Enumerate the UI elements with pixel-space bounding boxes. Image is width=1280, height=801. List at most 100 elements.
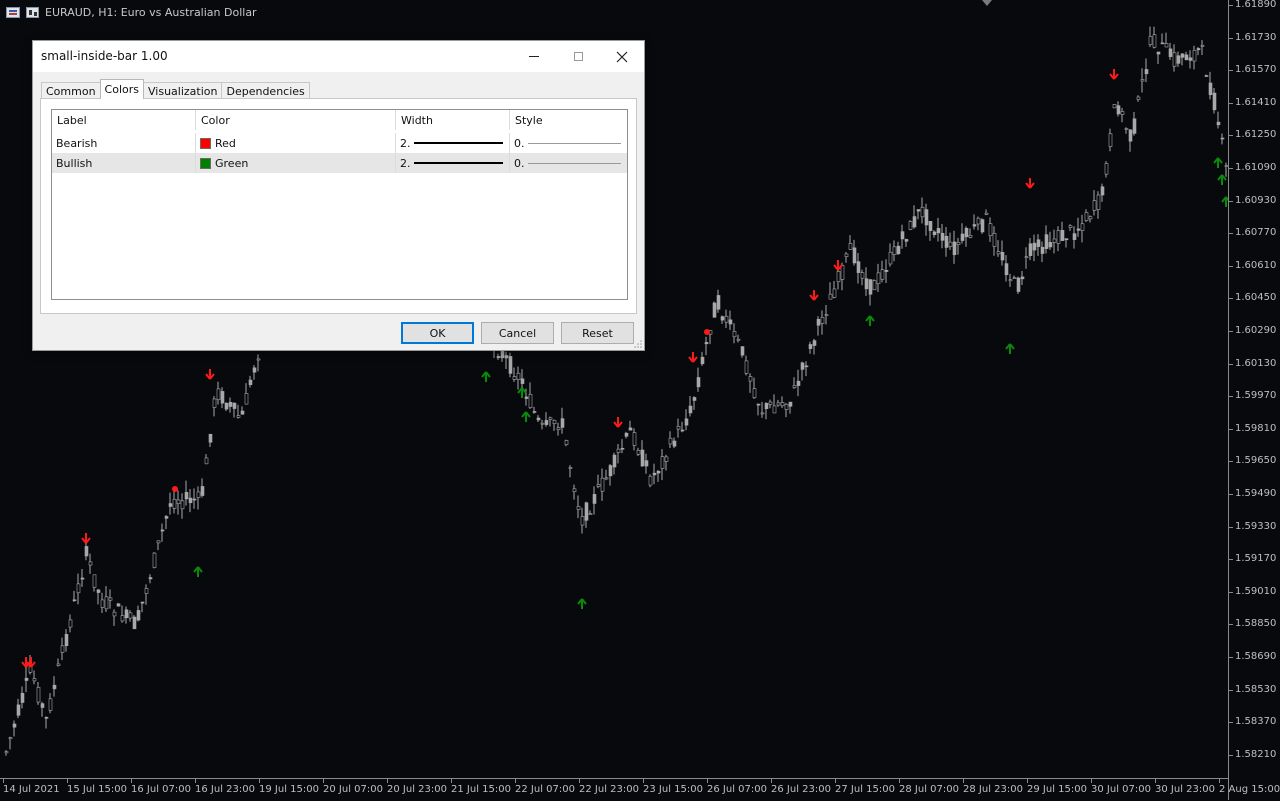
- dialog-titlebar[interactable]: small-inside-bar 1.00: [33, 41, 644, 72]
- bearish-arrow-icon: [81, 533, 91, 544]
- candle-body: [648, 475, 653, 486]
- candle-body: [620, 447, 625, 450]
- candle-body: [744, 360, 749, 374]
- candle-body: [1152, 34, 1157, 48]
- candle-body: [1184, 54, 1189, 61]
- width-select-bullish[interactable]: 2.: [396, 153, 510, 173]
- chart-title: EURAUD, H1: Euro vs Australian Dollar: [45, 6, 257, 19]
- candle-body: [160, 529, 165, 532]
- time-label: 19 Jul 15:00: [259, 784, 319, 795]
- price-tick: [1229, 689, 1233, 691]
- candle-body: [668, 437, 673, 445]
- close-button[interactable]: [599, 41, 645, 72]
- candle-body: [856, 261, 861, 273]
- width-line-sample: [414, 142, 503, 144]
- style-select-bullish[interactable]: 0.: [510, 153, 627, 173]
- candle-body: [984, 212, 989, 215]
- time-label: 14 Jul 2021: [3, 784, 60, 795]
- ok-button[interactable]: OK: [401, 322, 474, 344]
- candle-body: [960, 233, 965, 241]
- price-tick: [1229, 135, 1233, 137]
- candle-body: [168, 503, 173, 507]
- candle-body: [732, 331, 737, 338]
- tab-common[interactable]: Common: [41, 82, 101, 99]
- time-tick: [707, 779, 708, 783]
- candle-body: [1220, 137, 1225, 140]
- candle-body: [748, 376, 753, 382]
- tab-dependencies[interactable]: Dependencies: [221, 82, 310, 99]
- candle-body: [1200, 44, 1205, 47]
- candle-body: [996, 251, 1001, 255]
- candle-body: [656, 470, 661, 474]
- time-tick: [1027, 779, 1028, 783]
- dialog-title: small-inside-bar 1.00: [41, 49, 168, 63]
- candle-body: [4, 751, 9, 754]
- candle-body: [900, 231, 905, 240]
- candle-body: [192, 498, 197, 501]
- minimize-button[interactable]: [511, 41, 557, 72]
- candle-body: [1104, 163, 1109, 175]
- table-row[interactable]: Bearish Red 2. 0.: [52, 133, 627, 153]
- candle-body: [112, 611, 117, 617]
- style-select-bearish[interactable]: 0.: [510, 133, 627, 153]
- candle-body: [128, 612, 133, 619]
- colors-tab-panel: Label Color Width Style Bearish Red 2. 0…: [40, 98, 637, 314]
- cancel-button[interactable]: Cancel: [481, 322, 554, 344]
- candle-body: [720, 316, 725, 321]
- color-picker-bullish[interactable]: Green: [196, 153, 396, 173]
- reset-button[interactable]: Reset: [561, 322, 634, 344]
- candle-body: [816, 319, 821, 326]
- time-tick: [451, 779, 452, 783]
- tab-visualization[interactable]: Visualization: [143, 82, 223, 99]
- color-picker-bearish[interactable]: Red: [196, 133, 396, 153]
- price-tick: [1229, 5, 1233, 6]
- candle-body: [124, 609, 129, 619]
- candle-body: [788, 401, 793, 407]
- candle-body: [780, 402, 785, 407]
- candle-body: [572, 488, 577, 492]
- candle-body: [1208, 82, 1213, 96]
- candle-body: [936, 228, 941, 234]
- shift-marker-icon[interactable]: [982, 0, 992, 6]
- candle-body: [532, 411, 537, 413]
- candle-body: [1096, 194, 1101, 210]
- candle-body: [584, 502, 589, 521]
- column-header-width[interactable]: Width: [396, 110, 510, 130]
- candle-body: [1048, 242, 1053, 248]
- width-select-bearish[interactable]: 2.: [396, 133, 510, 153]
- candle-body: [624, 432, 629, 437]
- resize-grip-icon[interactable]: [634, 340, 642, 348]
- candle-body: [828, 293, 833, 300]
- bullish-arrow-icon: [481, 371, 491, 382]
- bullish-arrow-icon: [1213, 157, 1223, 168]
- time-axis[interactable]: 14 Jul 2021 15 Jul 15:00 16 Jul 07:00 16 Ju…: [0, 778, 1280, 801]
- candle-body: [516, 372, 521, 380]
- time-tick: [195, 779, 196, 783]
- candle-body: [812, 340, 817, 346]
- candle-body: [1180, 53, 1185, 58]
- price-label: 1.60290: [1235, 325, 1277, 336]
- column-header-color[interactable]: Color: [196, 110, 396, 130]
- colors-grid: Label Color Width Style Bearish Red 2. 0…: [51, 109, 628, 300]
- minimize-icon: [529, 56, 539, 57]
- bearish-dot-icon: [172, 486, 178, 492]
- price-label: 1.60130: [1235, 357, 1277, 369]
- candle-body: [588, 513, 593, 515]
- candle-body: [520, 378, 525, 384]
- candle-body: [224, 402, 229, 410]
- price-axis[interactable]: 1.61890 1.61730 1.61570 1.61410 1.61250 1.610…: [1228, 0, 1280, 800]
- column-header-label[interactable]: Label: [52, 110, 196, 130]
- maximize-button[interactable]: [555, 41, 601, 72]
- table-row[interactable]: Bullish Green 2. 0.: [52, 153, 627, 173]
- time-label: 28 Jul 07:00: [899, 784, 959, 795]
- price-tick: [1229, 265, 1233, 267]
- tab-colors[interactable]: Colors: [99, 79, 144, 99]
- price-tick: [1229, 331, 1233, 332]
- candle-body: [848, 243, 853, 250]
- column-header-style[interactable]: Style: [510, 110, 627, 130]
- candle-body: [940, 232, 945, 241]
- candle-body: [608, 465, 613, 477]
- price-label: 1.58530: [1235, 683, 1277, 695]
- candle-body: [820, 316, 825, 324]
- candle-body: [864, 278, 869, 290]
